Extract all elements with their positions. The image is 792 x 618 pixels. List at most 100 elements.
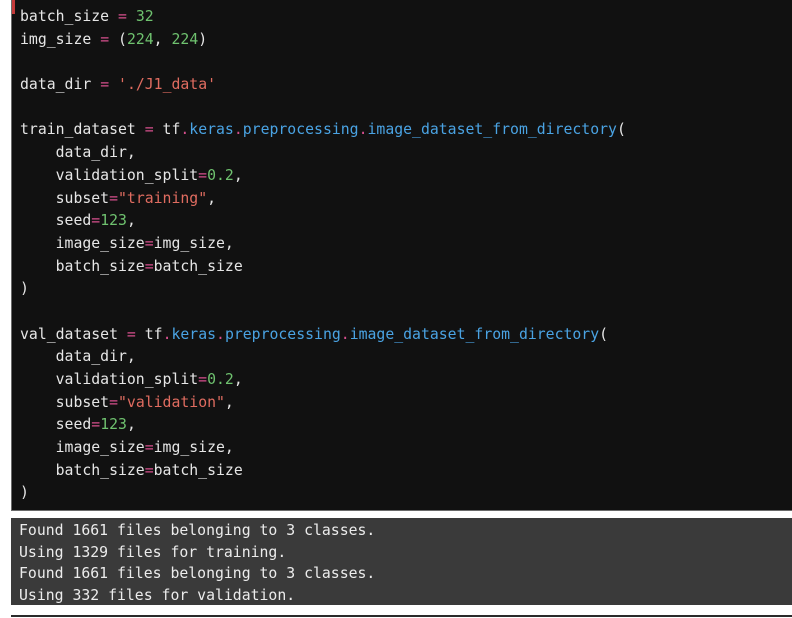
code-token: 0.2 — [207, 371, 234, 388]
code-token: image_size — [20, 439, 145, 457]
code-token: img_size, — [153, 234, 234, 252]
code-line: validation_split=0.2, — [20, 369, 626, 392]
code-token: seed — [20, 416, 92, 434]
code-token: "validation" — [118, 393, 225, 411]
code-line: ) — [20, 482, 626, 505]
code-token: image_dataset_from_directory — [367, 121, 617, 139]
code-token: data_dir — [20, 76, 101, 94]
code-token: ( — [109, 30, 127, 48]
code-token: tf — [153, 121, 181, 139]
code-token: , — [207, 189, 217, 207]
code-token: ) — [198, 30, 208, 48]
code-token: 123 — [100, 416, 127, 434]
code-token: , — [233, 166, 243, 184]
code-token: . — [233, 121, 243, 139]
output-text: Found 1661 files belonging to 3 classes.… — [19, 520, 375, 606]
code-token: val_dataset — [20, 325, 127, 343]
code-token: subset — [20, 189, 110, 207]
code-line: seed=123, — [20, 414, 626, 437]
code-line: validation_split=0.2, — [20, 165, 626, 188]
code-token: . — [180, 121, 190, 139]
code-token: = — [118, 8, 127, 25]
code-line: data_dir, — [20, 346, 626, 369]
code-line: img_size = (224, 224) — [20, 29, 626, 52]
code-token: , — [126, 416, 136, 434]
code-token: ( — [599, 325, 609, 343]
code-token: , — [224, 393, 234, 411]
code-line: train_dataset = tf.keras.preprocessing.i… — [20, 119, 626, 142]
code-line: val_dataset = tf.keras.preprocessing.ima… — [20, 324, 626, 347]
code-token: batch_size — [153, 257, 243, 275]
code-editor[interactable]: batch_size = 32 img_size = (224, 224) data… — [20, 6, 626, 505]
code-token: ) — [20, 280, 29, 298]
code-token: = — [198, 371, 208, 388]
code-token: = — [144, 257, 154, 275]
code-token: batch_size — [153, 461, 243, 479]
output-line: Found 1661 files belonging to 3 classes. — [19, 565, 376, 582]
code-token: image_dataset_from_directory — [349, 325, 600, 343]
code-token: data_dir, — [20, 144, 136, 162]
code-token: validation_split — [20, 166, 199, 184]
code-token: , — [126, 212, 136, 230]
code-token: batch_size — [20, 461, 145, 479]
code-token: batch_size — [20, 257, 145, 275]
output-line: Found 1661 files belonging to 3 classes. — [19, 522, 376, 539]
code-token: , — [153, 30, 172, 48]
code-token: 224 — [126, 30, 154, 48]
code-token: = — [91, 212, 101, 230]
code-token: tf — [135, 325, 163, 343]
code-token: = — [91, 416, 101, 434]
code-token: keras — [189, 121, 234, 139]
code-token: batch_size — [20, 8, 118, 25]
output-line: Using 1329 files for training. — [19, 543, 287, 561]
code-token: = — [144, 234, 154, 252]
code-token: data_dir, — [20, 348, 136, 366]
cell-output: Found 1661 files belonging to 3 classes.… — [11, 518, 792, 605]
code-line: seed=123, — [20, 210, 626, 233]
code-token: = — [109, 393, 119, 411]
code-line: subset="validation", — [20, 392, 626, 415]
code-token: = — [100, 76, 110, 94]
code-token: . — [340, 325, 350, 343]
cell-divider — [11, 615, 792, 617]
cell-active-marker — [12, 0, 15, 14]
code-line: image_size=img_size, — [20, 437, 626, 460]
code-token: preprocessing — [242, 121, 359, 139]
code-token: ( — [616, 121, 626, 139]
code-token: , — [233, 371, 243, 388]
code-cell[interactable]: batch_size = 32 img_size = (224, 224) data… — [11, 0, 792, 511]
output-line: Using 332 files for validation. — [19, 586, 296, 604]
code-line: image_size=img_size, — [20, 233, 626, 256]
code-token: 0.2 — [207, 166, 234, 184]
code-line: data_dir, — [20, 142, 626, 165]
code-token: image_size — [20, 234, 145, 252]
code-token: seed — [20, 212, 92, 230]
code-token: img_size — [20, 30, 101, 48]
code-token: = — [100, 30, 110, 48]
code-line: ) — [20, 278, 626, 301]
code-line: subset="training", — [20, 188, 626, 211]
code-token: train_dataset — [20, 121, 145, 139]
code-line: batch_size=batch_size — [20, 460, 626, 483]
code-token: = — [126, 325, 136, 343]
code-line: batch_size=batch_size — [20, 256, 626, 279]
code-token: keras — [171, 325, 217, 343]
code-token: = — [144, 121, 154, 139]
code-token: "training" — [118, 189, 208, 207]
code-token: 32 — [135, 8, 154, 25]
code-token: img_size, — [153, 439, 234, 457]
code-token: subset — [20, 393, 110, 411]
code-token: = — [144, 461, 154, 479]
code-token: 224 — [171, 30, 199, 48]
code-token: . — [216, 325, 225, 343]
code-token: './J1_data' — [118, 76, 217, 94]
code-token: 123 — [100, 212, 127, 230]
code-token: = — [109, 189, 119, 207]
code-token: validation_split — [20, 371, 199, 388]
code-line: batch_size = 32 — [20, 6, 626, 29]
code-line: data_dir = './J1_data' — [20, 74, 626, 97]
